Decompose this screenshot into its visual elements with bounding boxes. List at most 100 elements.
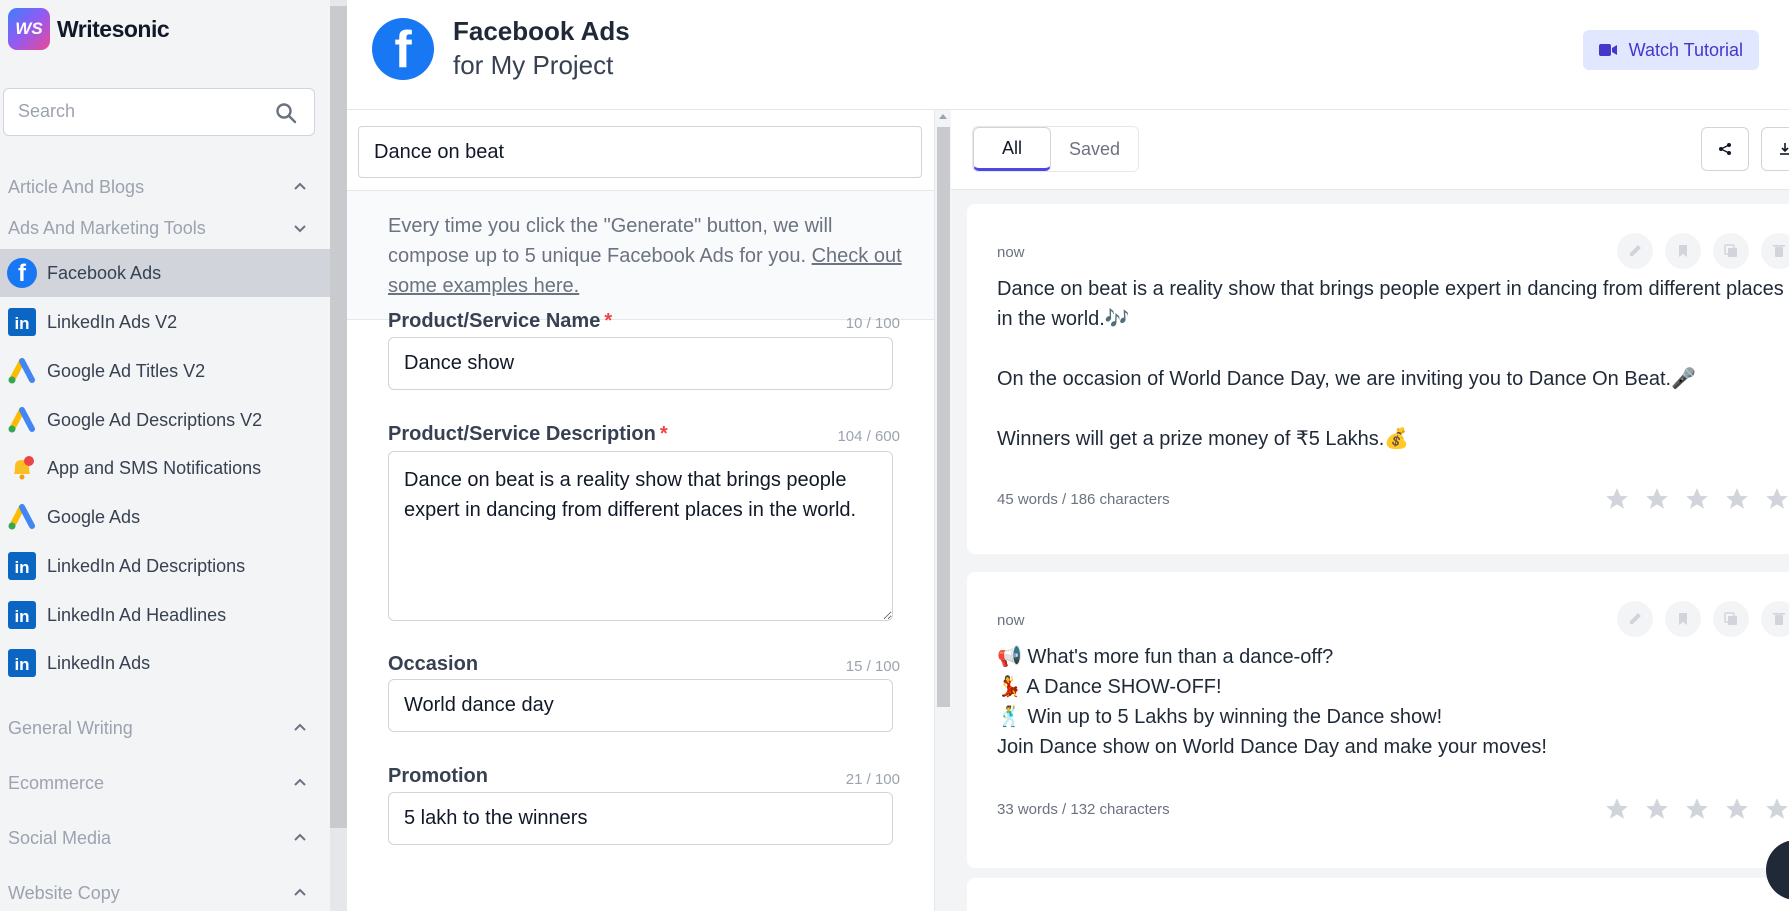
card-line: On the occasion of World Dance Day, we a…: [997, 368, 1696, 390]
google-ads-icon: [7, 356, 37, 386]
save-button[interactable]: [1665, 233, 1701, 269]
watch-tutorial-label: Watch Tutorial: [1628, 39, 1743, 60]
app-name: Writesonic: [57, 15, 170, 42]
linkedin-icon: in: [7, 551, 37, 581]
sidebar-item-linkedin-ads[interactable]: in LinkedIn Ads: [0, 639, 330, 687]
sidebar-item-facebook-ads[interactable]: f Facebook Ads: [0, 249, 330, 297]
card-line: Dance on beat is a reality show that bri…: [997, 278, 1784, 330]
sidebar-item-google-ads[interactable]: Google Ads: [0, 493, 330, 541]
trash-icon: [1773, 245, 1785, 257]
bookmark-icon: [1679, 245, 1687, 257]
sidebar-item-google-ad-descriptions-v2[interactable]: Google Ad Descriptions V2: [0, 396, 330, 444]
facebook-logo-icon: f: [372, 18, 434, 80]
card-actions: [1617, 601, 1789, 637]
category-general-writing[interactable]: General Writing: [8, 712, 313, 744]
search-box[interactable]: [3, 88, 315, 136]
star-icon[interactable]: [1684, 796, 1710, 822]
copy-button[interactable]: [1713, 233, 1749, 269]
category-label: Ecommerce: [8, 772, 105, 793]
app-logo[interactable]: WS Writesonic: [8, 8, 170, 50]
writesonic-logo-icon: WS: [8, 8, 50, 50]
project-name-input[interactable]: [358, 126, 922, 178]
linkedin-icon: in: [7, 648, 37, 678]
card-line: 📢 What's more fun than a dance-off?: [997, 646, 1334, 668]
category-website-copy[interactable]: Website Copy: [8, 877, 313, 909]
search-icon[interactable]: [274, 101, 298, 125]
required-asterisk: *: [604, 310, 613, 332]
sidebar-item-linkedin-ad-headlines[interactable]: in LinkedIn Ad Headlines: [0, 591, 330, 639]
star-icon[interactable]: [1644, 796, 1670, 822]
chevron-down-icon: [294, 225, 306, 233]
category-social-media[interactable]: Social Media: [8, 822, 313, 854]
promotion-label: Promotion: [388, 765, 488, 788]
copy-button[interactable]: [1713, 601, 1749, 637]
edit-button[interactable]: [1617, 601, 1653, 637]
save-button[interactable]: [1665, 601, 1701, 637]
field-label-text: Promotion: [388, 765, 488, 787]
promotion-input[interactable]: [388, 792, 893, 845]
product-description-textarea[interactable]: Dance on beat is a reality show that bri…: [388, 451, 893, 621]
sidebar-item-linkedin-ad-descriptions[interactable]: in LinkedIn Ad Descriptions: [0, 542, 330, 590]
star-icon[interactable]: [1644, 486, 1670, 512]
category-ecommerce[interactable]: Ecommerce: [8, 767, 313, 799]
star-icon[interactable]: [1604, 796, 1630, 822]
delete-button[interactable]: [1761, 233, 1789, 269]
page-title: Facebook Ads: [453, 16, 630, 46]
form-scrollbar[interactable]: [934, 110, 951, 911]
sidebar-item-google-ad-titles-v2[interactable]: Google Ad Titles V2: [0, 347, 330, 395]
occasion-input[interactable]: [388, 679, 893, 732]
card-content: 📢 What's more fun than a dance-off? 💃 A …: [997, 642, 1787, 762]
page-header: f Facebook Ads for My Project Watch Tuto…: [347, 0, 1789, 110]
field-label-text: Occasion: [388, 653, 479, 675]
form-scrollbar-thumb[interactable]: [937, 127, 950, 707]
sidebar-scrollbar[interactable]: [330, 6, 347, 828]
tab-saved[interactable]: Saved: [1051, 127, 1139, 171]
sidebar-item-label: Google Ad Descriptions V2: [47, 409, 263, 430]
info-text: Every time you click the "Generate" butt…: [388, 215, 833, 267]
linkedin-icon: in: [7, 600, 37, 630]
pencil-icon: [1630, 613, 1641, 624]
share-button[interactable]: [1701, 127, 1749, 171]
product-name-input[interactable]: [388, 337, 893, 390]
sidebar-item-label: LinkedIn Ad Headlines: [47, 604, 227, 625]
star-icon[interactable]: [1724, 796, 1750, 822]
rating-stars[interactable]: [1604, 796, 1789, 822]
chevron-up-icon: [294, 833, 306, 841]
char-count: 10 / 100: [845, 315, 900, 332]
result-card: now 📢 What's more fun than a dance-off? …: [967, 572, 1789, 868]
download-button[interactable]: [1761, 127, 1789, 171]
chevron-up-icon: [294, 888, 306, 896]
results-toolbar: All Saved: [951, 110, 1789, 190]
google-ads-icon: [7, 405, 37, 435]
card-line: [997, 334, 1787, 364]
sidebar-item-label: LinkedIn Ads V2: [47, 311, 178, 332]
category-article-and-blogs[interactable]: Article And Blogs: [8, 171, 313, 203]
category-label: General Writing: [8, 717, 133, 738]
trash-icon: [1773, 613, 1785, 625]
scroll-up-arrow-icon[interactable]: [939, 114, 947, 119]
category-ads-and-marketing-tools[interactable]: Ads And Marketing Tools: [8, 212, 313, 244]
bell-icon: [7, 453, 37, 483]
star-icon[interactable]: [1724, 486, 1750, 512]
char-count: 104 / 600: [837, 428, 900, 445]
edit-button[interactable]: [1617, 233, 1653, 269]
rating-stars[interactable]: [1604, 486, 1789, 512]
star-icon[interactable]: [1764, 796, 1789, 822]
card-line: 🕺 Win up to 5 Lakhs by winning the Dance…: [997, 706, 1443, 728]
star-icon[interactable]: [1764, 486, 1789, 512]
star-icon[interactable]: [1684, 486, 1710, 512]
sidebar-item-label: App and SMS Notifications: [47, 457, 262, 478]
delete-button[interactable]: [1761, 601, 1789, 637]
search-input[interactable]: [18, 101, 258, 122]
sidebar-item-linkedin-ads-v2[interactable]: in LinkedIn Ads V2: [0, 298, 330, 346]
watch-tutorial-button[interactable]: Watch Tutorial: [1582, 30, 1759, 70]
tab-all[interactable]: All: [973, 127, 1052, 171]
sidebar-item-label: LinkedIn Ads: [47, 652, 151, 673]
field-label-text: Product/Service Name: [388, 310, 601, 332]
char-count: 21 / 100: [845, 771, 900, 788]
occasion-label: Occasion: [388, 653, 478, 676]
star-icon[interactable]: [1604, 486, 1630, 512]
sidebar-item-app-and-sms-notifications[interactable]: App and SMS Notifications: [0, 444, 330, 492]
info-box: Every time you click the "Generate" butt…: [347, 190, 934, 320]
field-label-text: Product/Service Description: [388, 423, 656, 445]
